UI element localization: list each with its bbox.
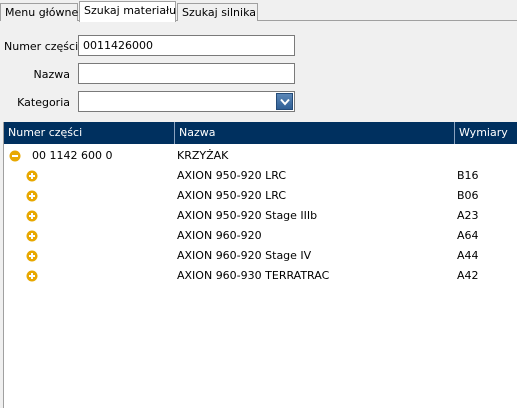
cell-name: AXION 950-920 Stage IIIb bbox=[177, 209, 318, 222]
column-header-part-number[interactable]: Numer części bbox=[4, 122, 175, 144]
table-row[interactable]: AXION 960-920 Stage IV A44 bbox=[4, 246, 517, 266]
table-row[interactable]: AXION 960-930 TERRATRAC A42 bbox=[4, 266, 517, 286]
cell-name: AXION 960-920 bbox=[177, 229, 262, 242]
results-table: Numer części Nazwa Wymiary 00 1142 600 0… bbox=[3, 122, 517, 408]
part-number-input[interactable]: 0011426000 bbox=[78, 35, 295, 56]
expand-icon[interactable] bbox=[26, 210, 38, 222]
cell-dimensions: B16 bbox=[457, 169, 479, 182]
cell-dimensions: A64 bbox=[457, 229, 479, 242]
category-dropdown-button[interactable] bbox=[276, 93, 293, 110]
chevron-down-icon bbox=[280, 98, 290, 106]
expand-icon[interactable] bbox=[26, 250, 38, 262]
cell-part-number: 00 1142 600 0 bbox=[32, 149, 113, 162]
table-row[interactable]: 00 1142 600 0 KRZYŻAK bbox=[4, 146, 517, 166]
expand-icon[interactable] bbox=[26, 190, 38, 202]
expand-icon[interactable] bbox=[26, 170, 38, 182]
cell-name: AXION 960-920 Stage IV bbox=[177, 249, 312, 262]
tab-search-material[interactable]: Szukaj materiału bbox=[79, 1, 176, 22]
tab-search-engine[interactable]: Szukaj silnika bbox=[177, 3, 258, 21]
cell-dimensions: A42 bbox=[457, 269, 479, 282]
column-header-name[interactable]: Nazwa bbox=[175, 122, 455, 144]
cell-name: AXION 950-920 LRC bbox=[177, 189, 287, 202]
expand-icon[interactable] bbox=[26, 230, 38, 242]
cell-dimensions: A44 bbox=[457, 249, 479, 262]
search-form: Numer części 0011426000 Nazwa Kategoria bbox=[0, 21, 517, 121]
table-row[interactable]: AXION 950-920 LRC B16 bbox=[4, 166, 517, 186]
tab-search-engine-label: Szukaj silnika bbox=[182, 6, 256, 19]
expand-icon[interactable] bbox=[26, 270, 38, 282]
column-header-dimensions[interactable]: Wymiary bbox=[455, 122, 517, 144]
name-label: Nazwa bbox=[33, 68, 70, 81]
table-row[interactable]: AXION 960-920 A64 bbox=[4, 226, 517, 246]
tab-main-menu-label: Menu główne bbox=[5, 6, 79, 19]
collapse-icon[interactable] bbox=[9, 150, 21, 162]
name-input[interactable] bbox=[78, 63, 295, 84]
tab-bar: Menu główne Szukaj materiału Szukaj siln… bbox=[0, 0, 517, 22]
cell-name: AXION 960-930 TERRATRAC bbox=[177, 269, 330, 282]
tab-main-menu[interactable]: Menu główne bbox=[0, 3, 78, 21]
table-row[interactable]: AXION 950-920 Stage IIIb A23 bbox=[4, 206, 517, 226]
cell-dimensions: B06 bbox=[457, 189, 479, 202]
category-label: Kategoria bbox=[17, 96, 70, 109]
part-number-label: Numer części bbox=[4, 40, 79, 53]
cell-name: AXION 950-920 LRC bbox=[177, 169, 287, 182]
table-header: Numer części Nazwa Wymiary bbox=[4, 122, 517, 144]
table-row[interactable]: AXION 950-920 LRC B06 bbox=[4, 186, 517, 206]
tab-search-material-label: Szukaj materiału bbox=[84, 4, 177, 17]
cell-dimensions: A23 bbox=[457, 209, 479, 222]
category-select[interactable] bbox=[78, 91, 295, 112]
cell-name: KRZYŻAK bbox=[177, 149, 229, 162]
